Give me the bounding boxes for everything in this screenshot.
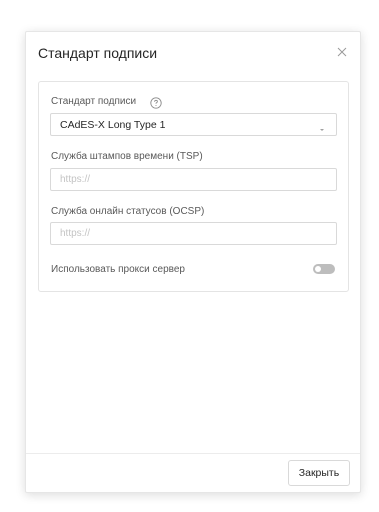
settings-card: Стандарт подписи CAdES-X Long Type 1 Слу… — [38, 81, 349, 292]
signature-standard-label: Стандарт подписи — [51, 96, 137, 107]
signature-standard-value: CAdES-X Long Type 1 — [60, 119, 166, 131]
tsp-label: Служба штампов времени (TSP) — [51, 151, 203, 162]
close-icon[interactable] — [334, 44, 350, 60]
chevron-down-icon — [318, 121, 326, 131]
close-button[interactable]: Закрыть — [288, 460, 350, 486]
footer-divider — [26, 453, 360, 454]
proxy-toggle[interactable] — [313, 264, 335, 274]
signature-standard-dialog: Стандарт подписи Стандарт подписи CAdES-… — [25, 31, 361, 493]
signature-standard-select[interactable]: CAdES-X Long Type 1 — [50, 113, 337, 136]
dialog-title: Стандарт подписи — [38, 45, 158, 61]
question-circle-icon[interactable] — [150, 96, 162, 109]
ocsp-label: Служба онлайн статусов (OCSP) — [51, 206, 205, 217]
proxy-label: Использовать прокси сервер — [51, 264, 185, 275]
toggle-knob — [315, 266, 321, 272]
ocsp-url-input[interactable] — [50, 222, 337, 245]
tsp-url-input[interactable] — [50, 168, 337, 191]
